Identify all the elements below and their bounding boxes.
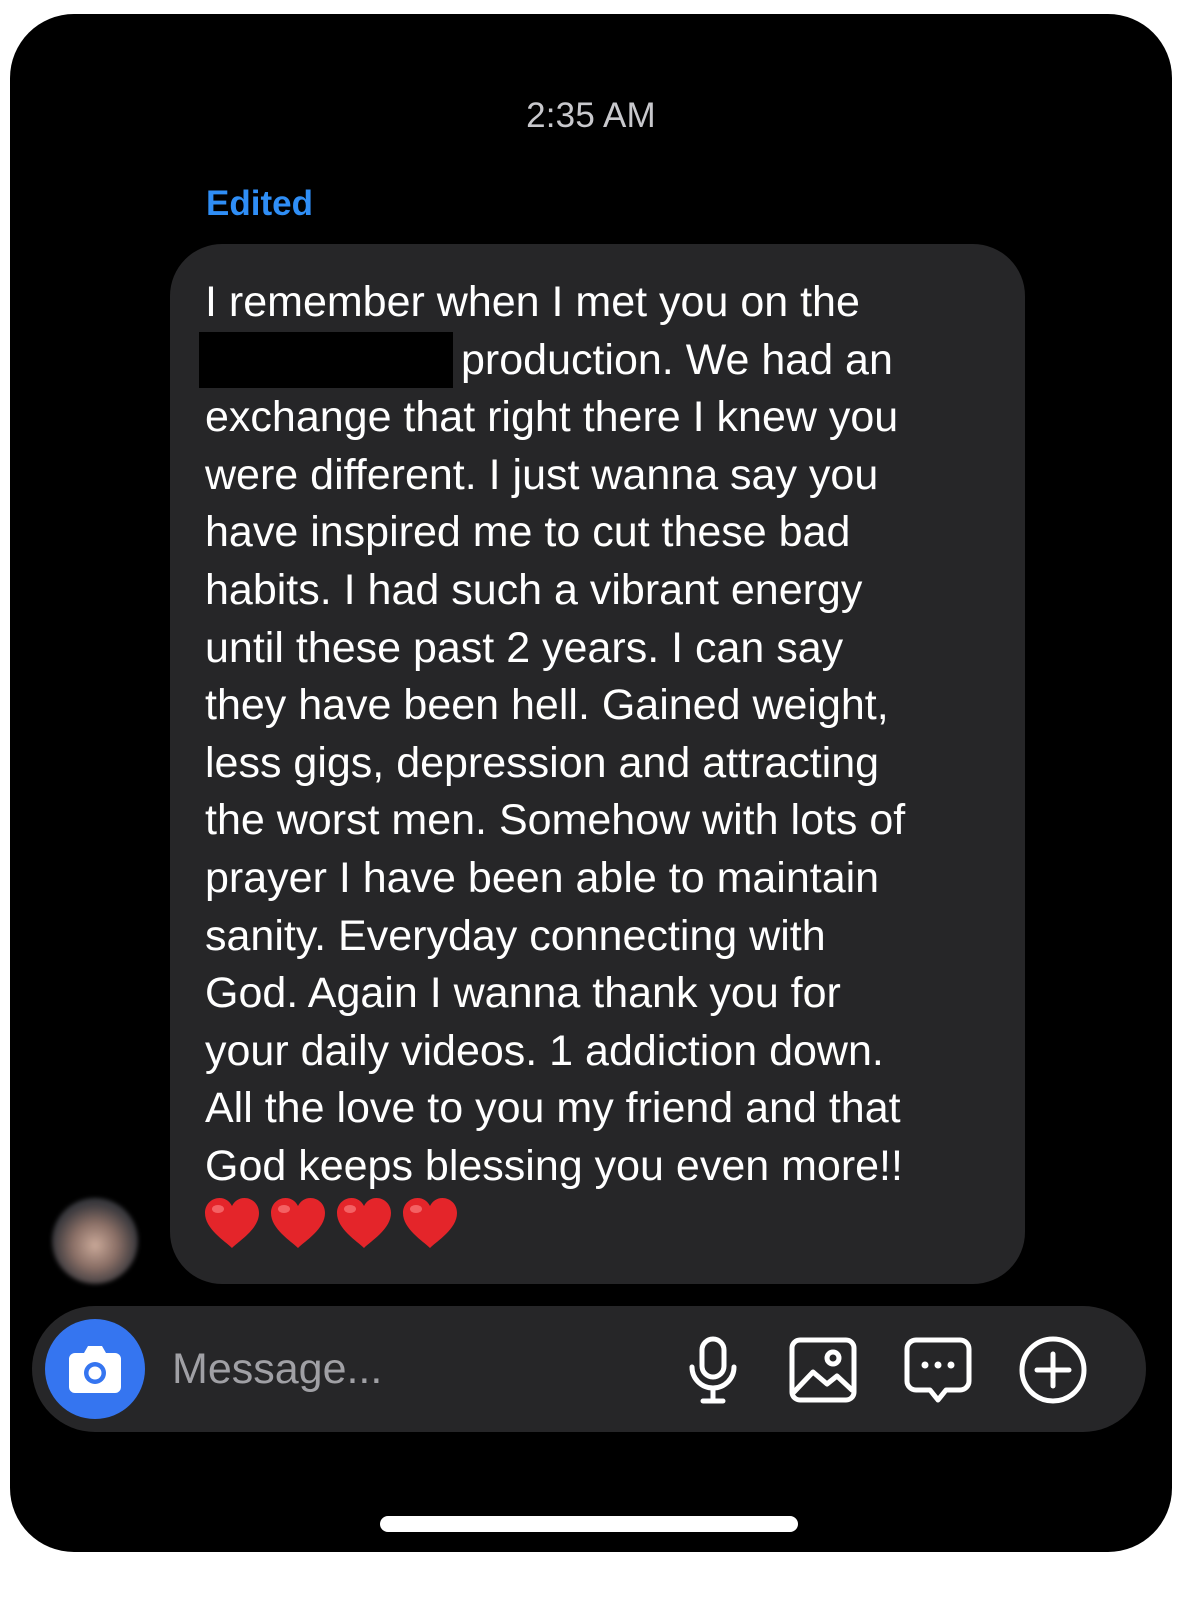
chat-bubble-icon: [904, 1337, 972, 1403]
message-line: your daily videos. 1 addiction down.: [205, 1026, 884, 1075]
message-line: I remember when I met you on the: [205, 278, 860, 326]
gallery-button[interactable]: [787, 1334, 859, 1406]
message-line: habits. I had such a vibrant energy: [205, 565, 863, 614]
message-line: were different. I just wanna say you: [205, 450, 879, 499]
message-composer: [32, 1306, 1146, 1432]
sticker-button[interactable]: [902, 1334, 974, 1406]
plus-circle-icon: [1019, 1336, 1087, 1404]
red-heart-icon: [337, 1198, 391, 1248]
message-input[interactable]: [172, 1336, 652, 1402]
message-line: they have been hell. Gained weight,: [205, 681, 889, 730]
avatar[interactable]: [52, 1198, 138, 1284]
red-heart-icon: [403, 1198, 457, 1248]
red-heart-icon: [205, 1198, 259, 1248]
message-line: have inspired me to cut these bad: [205, 508, 851, 557]
microphone-icon: [689, 1336, 737, 1404]
message-timestamp: 2:35 AM: [526, 96, 656, 135]
message-line: less gigs, depression and attracting: [205, 738, 880, 787]
microphone-button[interactable]: [677, 1334, 749, 1406]
message-bubble[interactable]: I remember when I met you on the product…: [170, 244, 1025, 1284]
camera-icon: [69, 1346, 121, 1393]
message-line: until these past 2 years. I can say: [205, 623, 844, 672]
message-text: I remember when I met you on the product…: [199, 274, 1015, 1196]
red-heart-icon: [271, 1198, 325, 1248]
gallery-icon: [789, 1337, 857, 1403]
chat-screen: 2:35 AM Edited I remember when I met you…: [10, 14, 1172, 1552]
message-line: production. We had an: [199, 331, 1015, 390]
home-indicator[interactable]: [380, 1516, 798, 1532]
camera-button[interactable]: [45, 1319, 145, 1419]
message-line: God keeps blessing you even more!!: [205, 1141, 903, 1190]
message-line: sanity. Everyday connecting with: [205, 911, 826, 960]
message-line: the worst men. Somehow with lots of: [205, 796, 906, 845]
redaction-block: [199, 331, 453, 388]
heart-emoji-row: [203, 1196, 459, 1250]
message-line-text: production. We had an: [461, 335, 893, 384]
edited-label[interactable]: Edited: [206, 184, 313, 224]
message-line: All the love to you my friend and that: [205, 1084, 901, 1133]
add-button[interactable]: [1017, 1334, 1089, 1406]
message-line: God. Again I wanna thank you for: [205, 969, 841, 1018]
message-line: exchange that right there I knew you: [205, 393, 899, 442]
message-line: prayer I have been able to maintain: [205, 853, 880, 902]
